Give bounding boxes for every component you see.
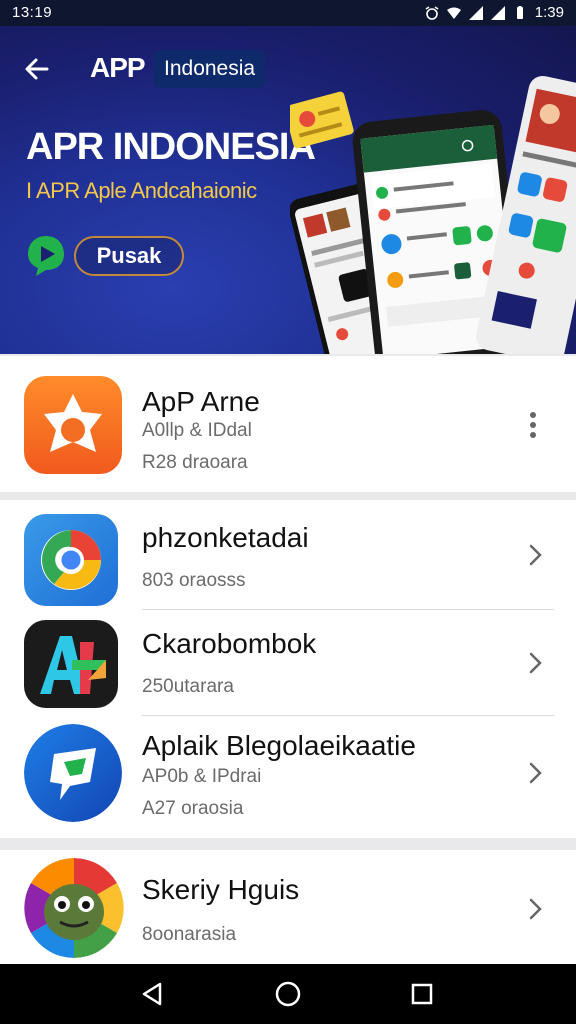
app-meta: 803 oraosss [142,570,246,591]
status-time-right: 1:39 [534,4,564,21]
featured-app-icon [24,376,122,474]
hero-banner: APP Indonesia APR INDONESIA I APR Aple A… [0,26,576,354]
list-item[interactable]: Ckarobombok 250utarara [0,610,576,714]
chevron-right-icon [529,652,542,674]
app-meta: 8oonarasia [142,924,237,945]
app-meta: AP0b & IPdrai [142,766,262,787]
app-meta: 250utarara [142,676,234,697]
list-item[interactable]: Aplaik Blegolaeikaatie AP0b & IPdrai A27… [0,716,576,836]
country-label[interactable]: Indonesia [154,50,266,88]
app-icon-monster [24,858,124,958]
app-name: Skeriy Hguis [142,874,300,905]
chevron-right-icon [529,762,542,784]
status-bar: 13:19 1:39 [0,0,576,26]
app-list-card: phzonketadai 803 oraosss Ckarobombok 250… [0,500,576,838]
phone-mockups-illustration [290,75,576,354]
app-logo: APP [90,52,146,83]
featured-app-meta-2: R28 draoara [142,452,248,473]
app-name: Ckarobombok [142,628,317,659]
back-arrow-icon[interactable] [22,54,52,84]
chevron-right-icon [529,544,542,566]
status-time: 13:19 [12,4,53,21]
chevron-right-icon [529,898,542,920]
alarm-icon [425,5,439,20]
app-icon-messenger [24,724,122,822]
signal-icon [468,5,483,20]
featured-app-card[interactable]: ApP Arne A0llp & IDdal R28 draoara [0,356,576,492]
hero-headline: APR INDONESIA [26,126,316,168]
nav-back-icon[interactable] [138,980,166,1008]
featured-app-meta-1: A0llp & IDdal [142,420,252,441]
app-meta-secondary: A27 oraosia [142,798,244,819]
list-item[interactable]: phzonketadai 803 oraosss [0,500,576,608]
nav-home-icon[interactable] [274,980,302,1008]
app-name: phzonketadai [142,522,309,553]
app-icon-browser [24,514,118,606]
app-name: Aplaik Blegolaeikaatie [142,730,416,761]
signal-icon-2 [490,5,505,20]
app-icon-ai [24,620,118,708]
battery-icon [516,5,523,19]
system-nav-bar [0,964,576,1024]
chat-play-icon [28,236,64,276]
list-item[interactable]: Skeriy Hguis 8oonarasia [0,850,576,964]
featured-app-name: ApP Arne [142,386,260,417]
wifi-icon [446,7,461,19]
app-list-card-2: Skeriy Hguis 8oonarasia [0,850,576,964]
hero-subline: I APR Aple Andcahaionic [26,178,257,203]
more-options-icon[interactable] [526,410,540,440]
nav-recents-icon[interactable] [408,980,436,1008]
hero-cta-button[interactable]: Pusak [74,236,184,276]
